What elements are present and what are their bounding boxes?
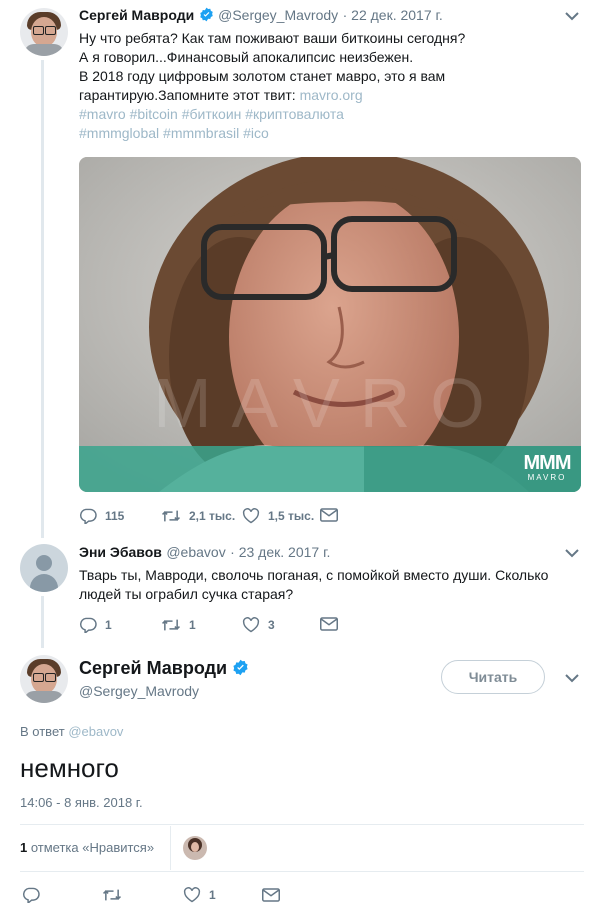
envelope-icon: [320, 508, 338, 522]
reply-context: В ответ @ebavov: [20, 724, 123, 739]
author-name[interactable]: Эни Эбавов: [79, 544, 162, 560]
reply-to-handle[interactable]: @ebavov: [68, 724, 123, 739]
likes-stat[interactable]: 1 отметка «Нравится»: [20, 840, 154, 855]
reply-icon: [79, 617, 97, 633]
envelope-icon: [320, 617, 338, 631]
follow-button[interactable]: Читать: [441, 660, 545, 694]
like-count: 3: [268, 618, 275, 632]
hashtags-line[interactable]: #mmmglobal #mmmbrasil #ico: [79, 124, 579, 143]
tweet-date[interactable]: · 22 дек. 2017 г.: [343, 7, 443, 23]
tweet-text-line: Ну что ребята? Как там поживают ваши бит…: [79, 30, 466, 46]
divider: [20, 871, 584, 872]
tweet-text-line: Тварь ты, Мавроди, сволочь поганая, с по…: [79, 567, 549, 583]
retweet-icon: [161, 619, 181, 631]
liker-avatar[interactable]: [183, 836, 207, 860]
like-icon: [183, 887, 201, 903]
thread-connector: [41, 596, 44, 648]
retweet-action[interactable]: [102, 887, 130, 903]
tweet-media-photo[interactable]: MAVRO MMM MAVRO: [79, 157, 581, 492]
reply-action[interactable]: 115: [79, 508, 124, 524]
reply-icon: [22, 887, 40, 903]
main-tweet-text: немного: [20, 753, 119, 783]
stat-divider: [170, 826, 171, 870]
tweet-text-line: гарантирую.Запомните этот твит:: [79, 87, 300, 103]
divider: [20, 824, 584, 825]
likes-label: отметка «Нравится»: [27, 840, 155, 855]
direct-message-action[interactable]: [320, 617, 346, 631]
author-name[interactable]: Сергей Мавроди: [79, 7, 194, 23]
like-count: 1,5 тыс.: [268, 509, 315, 523]
thread-connector: [41, 60, 44, 538]
tweet2-body: Тварь ты, Мавроди, сволочь поганая, с по…: [79, 566, 589, 604]
tweet-link[interactable]: mavro.org: [300, 87, 363, 103]
tweet-text-line: В 2018 году цифровым золотом станет мавр…: [79, 68, 446, 84]
retweet-action[interactable]: 1: [161, 617, 196, 633]
direct-message-action[interactable]: [262, 888, 288, 902]
retweet-count: 2,1 тыс.: [189, 509, 236, 523]
author-handle[interactable]: @Sergey_Mavrody: [79, 683, 199, 699]
like-icon: [242, 617, 260, 633]
media-logo-text: MAVRO: [527, 473, 567, 482]
retweet-icon: [102, 889, 122, 901]
reply-icon: [79, 508, 97, 524]
tweet-date[interactable]: · 23 дек. 2017 г.: [230, 544, 330, 560]
chevron-down-icon[interactable]: [565, 673, 579, 683]
media-logo: MMM MAVRO: [521, 453, 573, 482]
like-count: 1: [209, 888, 216, 902]
reply-count: 1: [105, 618, 112, 632]
verified-badge-icon: [199, 7, 213, 22]
retweet-icon: [161, 510, 181, 522]
tweet-text-line: А я говорил...Финансовый апокалипсис неи…: [79, 49, 414, 65]
media-logo-mark: MMM: [523, 452, 572, 474]
author-handle[interactable]: @ebavov: [166, 544, 225, 560]
like-action[interactable]: 3: [242, 617, 275, 633]
avatar-ebavov[interactable]: [20, 544, 68, 592]
svg-text:MAVRO: MAVRO: [153, 364, 505, 442]
chevron-down-icon[interactable]: [565, 11, 579, 21]
retweet-count: 1: [189, 618, 196, 632]
author-name[interactable]: Сергей Мавроди: [79, 658, 227, 678]
avatar-sergey[interactable]: [20, 8, 68, 56]
avatar-sergey-main[interactable]: [20, 655, 68, 703]
tweet-text-line: людей ты ограбил сучка старая?: [79, 586, 294, 602]
direct-message-action[interactable]: [320, 508, 346, 522]
hashtags-line[interactable]: #mavro #bitcoin #биткоин #криптовалюта: [79, 105, 579, 124]
verified-badge-icon: [232, 659, 248, 676]
tweet1-body: Ну что ребята? Как там поживают ваши бит…: [79, 29, 579, 143]
reply-prefix: В ответ: [20, 724, 69, 739]
tweet2-header: Эни Эбавов @ebavov · 23 дек. 2017 г.: [79, 544, 330, 562]
retweet-action[interactable]: 2,1 тыс.: [161, 508, 235, 524]
tweet-timestamp[interactable]: 14:06 - 8 янв. 2018 г.: [20, 795, 143, 810]
reply-count: 115: [105, 509, 125, 523]
like-icon: [242, 508, 260, 524]
envelope-icon: [262, 888, 280, 902]
main-author: Сергей Мавроди: [79, 658, 249, 679]
photo-illustration: MAVRO: [79, 157, 581, 492]
author-handle[interactable]: @Sergey_Mavrody: [218, 7, 338, 23]
reply-action[interactable]: 1: [79, 617, 112, 633]
chevron-down-icon[interactable]: [565, 548, 579, 558]
tweet1-header: Сергей Мавроди @Sergey_Mavrody · 22 дек.…: [79, 7, 443, 25]
reply-action[interactable]: [22, 887, 48, 903]
like-action[interactable]: 1: [183, 887, 216, 903]
like-action[interactable]: 1,5 тыс.: [242, 508, 314, 524]
